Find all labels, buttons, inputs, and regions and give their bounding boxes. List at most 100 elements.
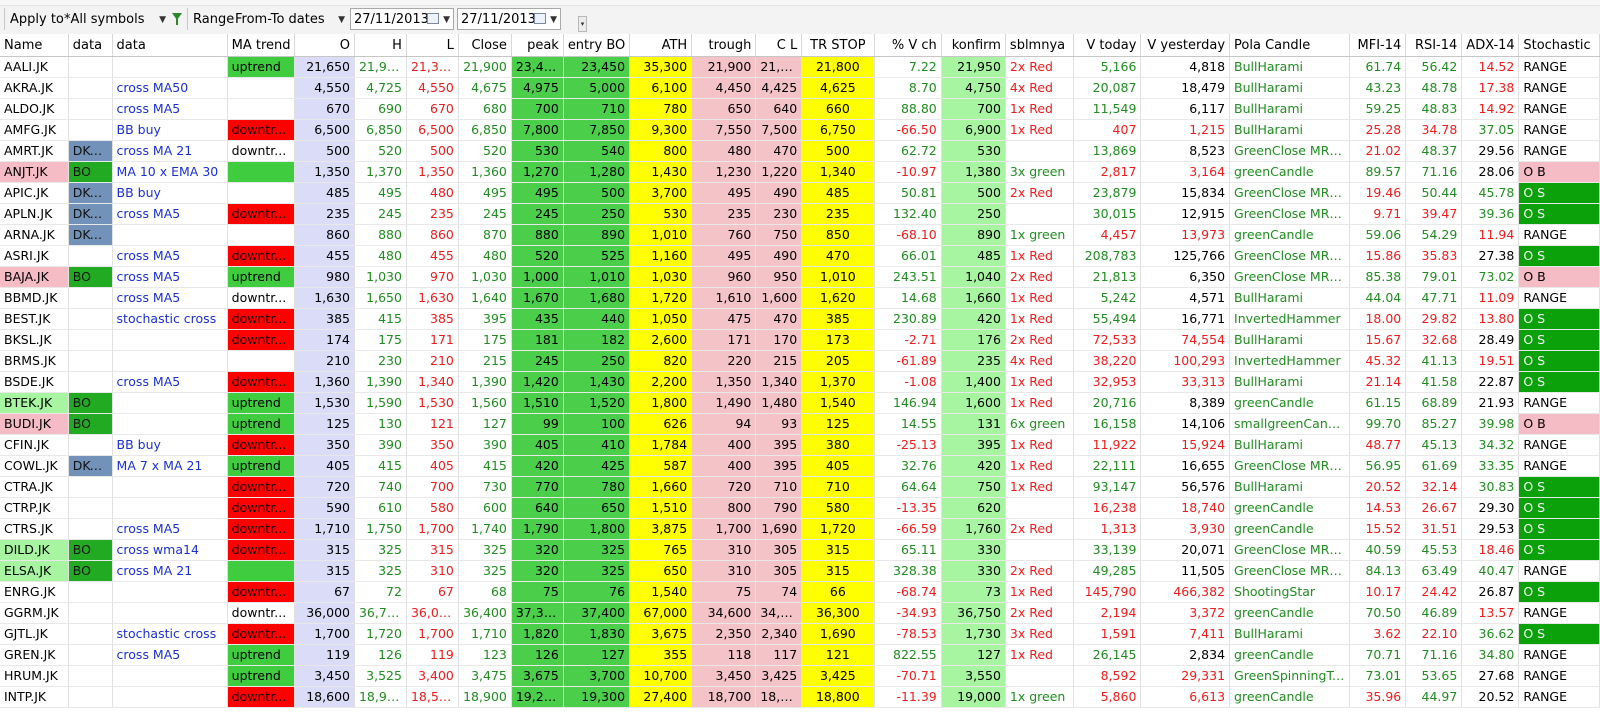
table-body: AALI.JK uptrend 21,650 21,900 21,300 21,900 23…	[0, 56, 1600, 708]
cell-data-cross: BB buy	[112, 119, 228, 141]
table-row[interactable]: GREN.JK cross MA5 uptrend 119 126 119 123 126 12…	[0, 644, 1600, 666]
table-row[interactable]: AMRT.JK DKT... cross MA 21 downtr... 500 520 5…	[0, 140, 1600, 162]
cell-open: 485	[294, 182, 355, 204]
column-header[interactable]: data	[112, 34, 228, 57]
column-header[interactable]: Pola Candle	[1229, 34, 1351, 57]
apply-to-value: *All symbols	[64, 12, 145, 27]
column-header[interactable]: trough	[691, 34, 757, 57]
table-row[interactable]: BTEK.JK BO uptrend 1,530 1,590 1,530 1,560 1,51…	[0, 392, 1600, 414]
table-row[interactable]: GJTL.JK stochastic cross downtr... 1,700 1,7…	[0, 623, 1600, 645]
column-header[interactable]: O	[294, 34, 355, 57]
table-row[interactable]: HRUM.JK uptrend 3,450 3,525 3,400 3,475 3,675 3…	[0, 665, 1600, 687]
table-row[interactable]: ANJT.JK BO MA 10 x EMA 30 1,350 1,370 1,350 1,…	[0, 161, 1600, 183]
filter-icon[interactable]	[172, 13, 182, 25]
table-row[interactable]: INTP.JK downtr... 18,600 18,950 18,500 18,900…	[0, 686, 1600, 708]
table-row[interactable]: ENRG.JK downtr... 67 72 67 68 75 76 1,540 75 74 66-…	[0, 581, 1600, 603]
column-header[interactable]: entry BO	[563, 34, 631, 57]
cell-peak: 4,975	[511, 77, 564, 99]
table-row[interactable]: APIC.JK DKT... BB buy 485 495 480 495 495 500 3,7…	[0, 182, 1600, 204]
cell-v-today: 4,457	[1073, 224, 1142, 246]
table-row[interactable]: AALI.JK uptrend 21,650 21,900 21,300 21,900 23…	[0, 56, 1600, 78]
table-row[interactable]: BUDI.JK BO uptrend 125 130 121 127 99 100 626 94 93…	[0, 413, 1600, 435]
cell-trough: 495	[691, 245, 757, 267]
table-row[interactable]: GGRM.JK downtr... 36,000 36,700 36,000 36,400…	[0, 602, 1600, 624]
date-from-picker[interactable]: 27/11/2013 ▼	[350, 8, 454, 30]
column-header[interactable]: ATH	[629, 34, 693, 57]
cell-ma-trend: downtr...	[227, 602, 295, 624]
column-header[interactable]: konfirm	[941, 34, 1006, 57]
cell-rsi: 45.53	[1405, 539, 1463, 561]
table-row[interactable]: ALDO.JK cross MA5 670 690 670 680 700 710 780 650…	[0, 98, 1600, 120]
cell-low: 700	[406, 476, 459, 498]
cell-data-cross: BB buy	[112, 434, 228, 456]
cell-ma-trend	[227, 77, 295, 99]
cell-open: 1,350	[294, 161, 355, 183]
column-header[interactable]: Name	[0, 34, 69, 57]
cell-trough: 34,600	[691, 602, 757, 624]
cell-adx: 18.46	[1461, 539, 1520, 561]
cell-adx: 13.57	[1461, 602, 1520, 624]
table-row[interactable]: BBMD.JK cross MA5 downtr... 1,630 1,650 1,630…	[0, 287, 1600, 309]
column-header[interactable]: % V ch	[874, 34, 942, 57]
cell-low: 1,700	[406, 518, 459, 540]
table-row[interactable]: BAJA.JK BO cross MA5 uptrend 980 1,030 970 1,03…	[0, 266, 1600, 288]
cell-v-today: 5,242	[1073, 287, 1142, 309]
column-header[interactable]: V yesterday	[1140, 34, 1231, 57]
cell-adx: 11.09	[1461, 287, 1520, 309]
cell-pola-candle: GreenClose MRBZ	[1229, 455, 1351, 477]
table-row[interactable]: ELSA.JK BO cross MA 21 315 325 310 325 320 325 65…	[0, 560, 1600, 582]
table-row[interactable]: CFIN.JK BB buy downtr... 350 390 350 390 405 410…	[0, 434, 1600, 456]
column-header[interactable]: peak	[511, 34, 564, 57]
cell-v-yesterday: 3,372	[1140, 602, 1231, 624]
cell-konfirm: 1,380	[941, 161, 1006, 183]
table-row[interactable]: COWL.JK DKT... MA 7 x MA 21 uptrend 405 415 40…	[0, 455, 1600, 477]
cell-rsi: 48.83	[1405, 98, 1463, 120]
cell-stochastic: RANGE	[1518, 455, 1600, 477]
cell-vol-change: -1.08	[874, 371, 942, 393]
column-header[interactable]: MFI-14	[1349, 34, 1407, 57]
table-row[interactable]: AMFG.JK BB buy downtr... 6,500 6,850 6,500 6,8…	[0, 119, 1600, 141]
date-to-picker[interactable]: 27/11/2013 ▼	[457, 8, 561, 30]
apply-to-dropdown[interactable]: *All symbols ▼	[64, 9, 168, 31]
cell-low: 3,400	[406, 665, 459, 687]
cell-mfi: 40.59	[1349, 539, 1407, 561]
cell-cl: 950	[755, 266, 803, 288]
cell-peak: 23,400	[511, 56, 564, 78]
table-row[interactable]: CTRP.JK downtr... 590 610 580 600 640 650 1,510 8…	[0, 497, 1600, 519]
column-header[interactable]: H	[354, 34, 407, 57]
table-row[interactable]: CTRS.JK cross MA5 downtr... 1,710 1,750 1,700…	[0, 518, 1600, 540]
table-row[interactable]: DILD.JK BO cross wma14 downtr... 315 325 315 32…	[0, 539, 1600, 561]
cell-pola-candle: BullHarami	[1229, 476, 1351, 498]
toolbar-overflow-button[interactable]: ▾	[578, 16, 587, 32]
column-header[interactable]: Stochastic	[1518, 34, 1600, 57]
cell-vol-change: 8.70	[874, 77, 942, 99]
cell-data-cross	[112, 581, 228, 603]
cell-open: 174	[294, 329, 355, 351]
cell-mfi: 35.96	[1349, 686, 1407, 708]
column-header[interactable]: V today	[1073, 34, 1142, 57]
cell-pola-candle: InvertedHammer	[1229, 308, 1351, 330]
cell-cl: 93	[755, 413, 803, 435]
table-row[interactable]: BSDE.JK cross MA5 downtr... 1,360 1,390 1,340…	[0, 371, 1600, 393]
column-header[interactable]: C L	[755, 34, 803, 57]
cell-data-cross: cross MA5	[112, 245, 228, 267]
column-header[interactable]: RSI-14	[1405, 34, 1463, 57]
table-row[interactable]: CTRA.JK downtr... 720 740 700 730 770 780 1,660 7…	[0, 476, 1600, 498]
table-row[interactable]: AKRA.JK cross MA50 4,550 4,725 4,550 4,675 4,9…	[0, 77, 1600, 99]
table-row[interactable]: ASRI.JK cross MA5 downtr... 455 480 455 480 520…	[0, 245, 1600, 267]
column-header[interactable]: data	[68, 34, 113, 57]
cell-cl: 490	[755, 245, 803, 267]
column-header[interactable]: ADX-14	[1461, 34, 1520, 57]
table-row[interactable]: ARNA.JK DKT... 860 880 860 870 880 890 1,010 760 7…	[0, 224, 1600, 246]
column-header[interactable]: MA trend	[227, 34, 295, 57]
range-dropdown[interactable]: From-To dates ▼	[235, 9, 347, 31]
table-row[interactable]: BKSL.JK downtr... 174 175 171 175 181 182 2,600 1…	[0, 329, 1600, 351]
column-header[interactable]: sblmnya	[1005, 34, 1075, 57]
table-row[interactable]: BEST.JK stochastic cross downtr... 385 415 38…	[0, 308, 1600, 330]
column-header[interactable]: L	[406, 34, 459, 57]
cell-rsi: 32.68	[1405, 329, 1463, 351]
column-header[interactable]: TR STOP	[801, 34, 875, 57]
column-header[interactable]: Close	[458, 34, 512, 57]
table-row[interactable]: APLN.JK DKT... cross MA5 downtr... 235 245 235…	[0, 203, 1600, 225]
table-row[interactable]: BRMS.JK 210 230 210 215 245 250 820 220 215 205 -61…	[0, 350, 1600, 372]
